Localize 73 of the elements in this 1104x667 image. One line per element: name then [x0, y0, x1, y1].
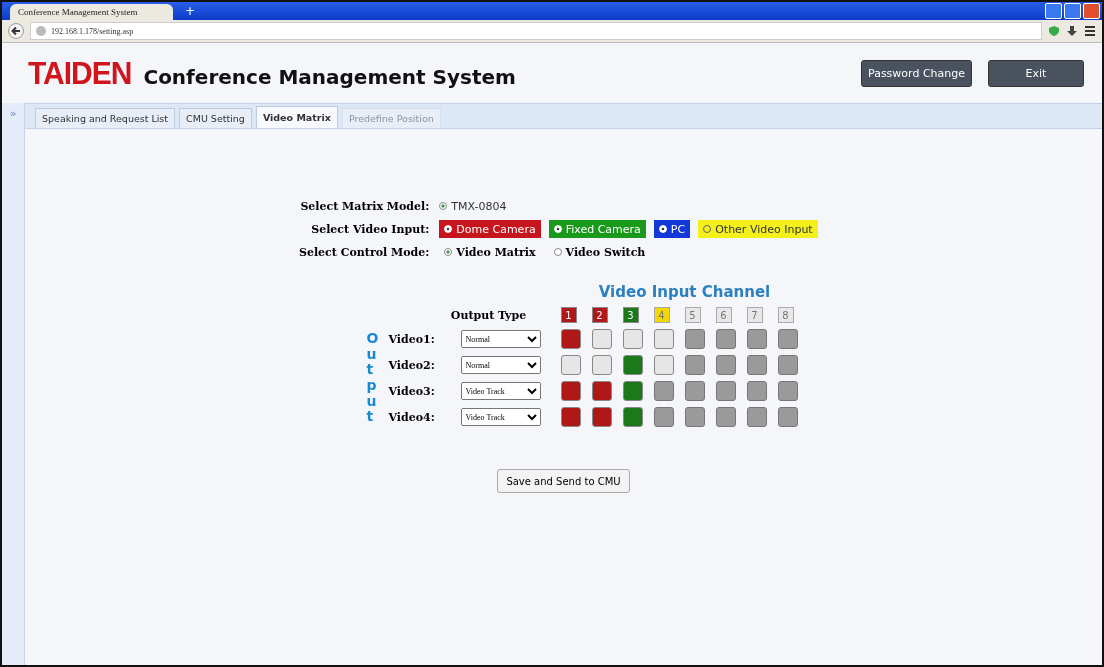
matrix-cell[interactable] [591, 329, 612, 349]
matrix-cell[interactable] [622, 355, 643, 375]
new-tab-button[interactable]: + [185, 4, 196, 18]
tab[interactable]: CMU Setting [179, 108, 252, 128]
option-label: Fixed Camera [565, 222, 641, 236]
tab[interactable]: Video Matrix [255, 106, 338, 128]
video-input-option[interactable]: Other Video Input [698, 220, 818, 238]
output-type-dropdown[interactable]: Video Track [460, 408, 541, 426]
menu-icon[interactable] [1084, 25, 1096, 37]
radio-button[interactable] [439, 202, 448, 210]
address-bar[interactable]: 192.168.1.178/setting.asp [30, 22, 1042, 40]
channel-number: 1 [560, 307, 577, 323]
tab[interactable]: Speaking and Request List [35, 108, 176, 128]
channel-number: 6 [715, 307, 732, 323]
brand-logo: TAIDEN [28, 55, 132, 91]
matrix-cell[interactable] [560, 407, 581, 427]
video-input-option[interactable]: Dome Camera [439, 220, 541, 238]
channel-number: 8 [777, 307, 794, 323]
save-button[interactable]: Save and Send to CMU [497, 469, 630, 493]
radio-button[interactable] [444, 248, 453, 256]
video-input-option[interactable]: PC [653, 220, 691, 238]
matrix-cell[interactable] [560, 381, 581, 401]
app-title: Conference Management System [143, 65, 516, 89]
close-button[interactable] [1083, 3, 1100, 19]
download-arrow-icon[interactable] [1066, 25, 1078, 37]
matrix-heading: Video Input Channel [597, 283, 772, 301]
radio-option[interactable]: Video Switch [548, 243, 651, 261]
radio-option[interactable]: TMX-0804 [439, 197, 513, 215]
matrix-cell[interactable] [653, 355, 674, 375]
matrix-cell[interactable] [622, 329, 643, 349]
output-label: Video3: [388, 384, 436, 398]
option-label: TMX-0804 [451, 199, 507, 213]
column-heading: Output Type [449, 308, 528, 322]
exit-button[interactable]: Exit [988, 59, 1084, 87]
channel-number: 4 [653, 307, 670, 323]
matrix-cell[interactable] [622, 381, 643, 401]
channel-number: 5 [684, 307, 701, 323]
option-label: Other Video Input [715, 222, 813, 236]
channel-number: 7 [746, 307, 763, 323]
radio-option[interactable]: Video Matrix [439, 243, 541, 261]
matrix-cell[interactable] [560, 329, 581, 349]
back-arrow-icon[interactable] [8, 23, 24, 39]
radio-button[interactable] [553, 248, 562, 256]
output-type-dropdown[interactable]: Normal [460, 356, 541, 374]
globe-icon [35, 25, 47, 37]
minimize-button[interactable] [1045, 3, 1062, 19]
matrix-cell[interactable] [591, 355, 612, 375]
matrix-cell[interactable] [653, 329, 674, 349]
matrix-cell[interactable] [591, 381, 612, 401]
channel-number: 3 [622, 307, 639, 323]
matrix-cell[interactable] [560, 355, 581, 375]
url-text: 192.168.1.178/setting.asp [51, 26, 134, 36]
password-change-button[interactable]: Password Change [861, 59, 972, 87]
option-label: PC [670, 222, 686, 236]
option-label: Dome Camera [456, 222, 536, 236]
channel-number: 2 [591, 307, 608, 323]
browser-tab[interactable]: Conference Management System [10, 4, 173, 20]
maximize-button[interactable] [1064, 3, 1081, 19]
setting-label: Select Matrix Model: [299, 199, 430, 213]
option-label: Video Matrix [456, 245, 536, 259]
output-label: Video2: [388, 358, 436, 372]
setting-label: Select Control Mode: [298, 245, 430, 259]
matrix-cell[interactable] [622, 407, 643, 427]
output-label: Video4: [388, 410, 436, 424]
matrix-cell[interactable] [591, 407, 612, 427]
output-label: Video1: [388, 332, 436, 346]
vertical-label: Output [366, 331, 380, 425]
video-input-option[interactable]: Fixed Camera [548, 220, 646, 238]
option-label: Video Switch [565, 245, 646, 259]
shield-icon[interactable] [1048, 25, 1060, 37]
output-type-dropdown[interactable]: Video Track [460, 382, 541, 400]
output-type-dropdown[interactable]: Normal [460, 330, 541, 348]
setting-label: Select Video Input: [310, 222, 430, 236]
